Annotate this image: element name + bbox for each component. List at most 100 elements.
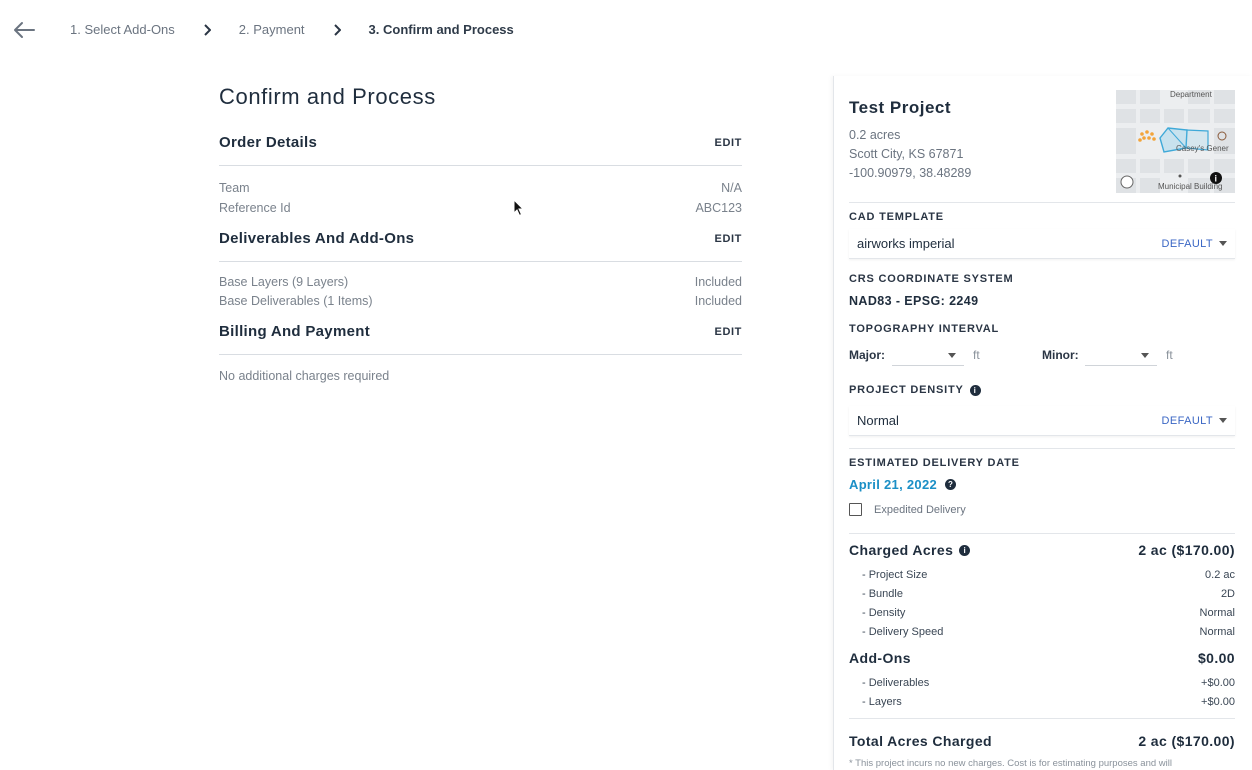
cost-line-value: 2D <box>1220 588 1235 600</box>
divider <box>849 448 1235 449</box>
billing-section: Billing And Payment EDIT No additional c… <box>219 323 742 383</box>
info-icon[interactable]: i <box>959 544 971 556</box>
cost-line-value: +$0.00 <box>1201 696 1235 708</box>
info-icon[interactable]: i <box>969 384 981 396</box>
density-value: Normal <box>857 413 899 428</box>
project-area: 0.2 acres <box>849 128 901 142</box>
cost-line-label: - Layers <box>862 696 902 708</box>
cost-line-value: Normal <box>1199 626 1235 638</box>
total-header: Total Acres Charged 2 ac ($170.00) <box>849 733 1235 749</box>
expedited-delivery-label: Expedited Delivery <box>874 503 966 516</box>
chevron-right-icon <box>197 23 217 37</box>
cost-line-label: - Bundle <box>862 588 903 600</box>
deliverables-section: Deliverables And Add-Ons EDIT Base Layer… <box>219 230 742 311</box>
section-title: Order Details <box>219 134 318 151</box>
major-label: Major: <box>849 348 885 362</box>
main-content: Confirm and Process Order Details EDIT T… <box>219 84 742 383</box>
detail-label: Team <box>219 181 250 195</box>
breadcrumb: 1. Select Add-Ons 2. Payment 3. Confirm … <box>70 22 514 37</box>
svg-text:Municipal Building: Municipal Building <box>1158 182 1222 191</box>
charged-acres-total: 2 ac ($170.00) <box>1138 542 1235 558</box>
delivery-date-label: ESTIMATED DELIVERY DATE <box>849 457 1020 469</box>
addons-title: Add-Ons <box>849 650 911 666</box>
project-meta: 0.2 acres Scott City, KS 67871 -100.9097… <box>849 126 971 183</box>
topography-label: TOPOGRAPHY INTERVAL <box>849 323 1000 335</box>
breadcrumb-step-payment[interactable]: 2. Payment <box>239 22 305 37</box>
project-title: Test Project <box>849 98 952 117</box>
caret-down-icon <box>1141 353 1149 358</box>
addons-total: $0.00 <box>1197 650 1235 666</box>
edit-billing-button[interactable]: EDIT <box>715 326 742 338</box>
delivery-date: April 21, 2022 ? <box>849 477 957 492</box>
detail-row: Base Layers (9 Layers) Included <box>219 273 742 292</box>
expedited-delivery-row[interactable]: Expedited Delivery <box>849 503 966 516</box>
section-header: Billing And Payment EDIT <box>219 323 742 355</box>
top-bar: 1. Select Add-Ons 2. Payment 3. Confirm … <box>0 0 1252 60</box>
major-interval-select[interactable] <box>892 344 964 366</box>
breadcrumb-step-confirm[interactable]: 3. Confirm and Process <box>369 22 514 37</box>
edit-order-details-button[interactable]: EDIT <box>715 137 742 149</box>
detail-value: Included <box>694 294 742 308</box>
cost-line: - Project Size 0.2 ac <box>862 569 1235 581</box>
cad-template-select[interactable]: airworks imperial DEFAULT <box>849 229 1235 259</box>
project-location: Scott City, KS 67871 <box>849 147 964 161</box>
detail-value: N/A <box>721 181 742 195</box>
delivery-date-value: April 21, 2022 <box>849 477 938 492</box>
cost-line: - Deliverables +$0.00 <box>862 677 1235 689</box>
map-graphic: Department Casey's Gener Municipal Build… <box>1116 90 1235 193</box>
section-title: Deliverables And Add-Ons <box>219 230 415 247</box>
billing-note: No additional charges required <box>219 369 390 383</box>
chevron-right-icon <box>327 23 347 37</box>
section-header: Order Details EDIT <box>219 134 742 166</box>
cad-template-value: airworks imperial <box>857 236 955 251</box>
back-arrow-icon[interactable] <box>12 20 36 40</box>
density-label-row: PROJECT DENSITY i <box>849 384 981 396</box>
caret-down-icon <box>948 353 956 358</box>
minor-unit: ft <box>1166 348 1173 362</box>
total-value: 2 ac ($170.00) <box>1138 733 1235 749</box>
cost-line: - Layers +$0.00 <box>862 696 1235 708</box>
detail-value: Included <box>694 275 742 289</box>
default-tag: DEFAULT <box>1161 414 1227 427</box>
minor-label: Minor: <box>1042 348 1079 362</box>
cost-line: - Bundle 2D <box>862 588 1235 600</box>
divider <box>849 533 1235 534</box>
expedited-delivery-checkbox[interactable] <box>849 503 862 516</box>
project-map[interactable]: Department Casey's Gener Municipal Build… <box>1116 90 1235 193</box>
detail-row: Team N/A <box>219 178 742 198</box>
cost-line-label: - Delivery Speed <box>862 626 944 638</box>
default-tag-label: DEFAULT <box>1161 414 1213 427</box>
divider <box>849 718 1235 719</box>
order-details-section: Order Details EDIT Team N/A Reference Id… <box>219 134 742 218</box>
charged-acres-title-wrap: Charged Acres i <box>849 542 971 558</box>
caret-down-icon <box>1219 241 1227 246</box>
edit-deliverables-button[interactable]: EDIT <box>715 233 742 245</box>
section-title: Billing And Payment <box>219 323 370 340</box>
cost-line-label: - Project Size <box>862 569 928 581</box>
default-tag: DEFAULT <box>1162 238 1227 250</box>
addons-header: Add-Ons $0.00 <box>849 650 1235 666</box>
total-title: Total Acres Charged <box>849 733 992 749</box>
detail-label: Reference Id <box>219 201 291 215</box>
svg-text:Department: Department <box>1170 90 1213 99</box>
cost-footnote: * This project incurs no new charges. Co… <box>849 758 1172 769</box>
cost-line-value: 0.2 ac <box>1205 569 1235 581</box>
crs-label: CRS COORDINATE SYSTEM <box>849 273 1014 285</box>
detail-label: Base Layers (9 Layers) <box>219 275 349 289</box>
cost-line: - Density Normal <box>862 607 1235 619</box>
major-unit: ft <box>973 348 980 362</box>
detail-label: Base Deliverables (1 Items) <box>219 294 373 308</box>
cost-line-value: Normal <box>1199 607 1235 619</box>
density-select[interactable]: Normal DEFAULT <box>849 406 1235 436</box>
breadcrumb-step-add-ons[interactable]: 1. Select Add-Ons <box>70 22 175 37</box>
cost-line-label: - Deliverables <box>862 677 930 689</box>
section-body: Team N/A Reference Id ABC123 <box>219 166 742 218</box>
help-icon[interactable]: ? <box>945 479 957 490</box>
project-summary-panel: Test Project 0.2 acres Scott City, KS 67… <box>833 76 1252 770</box>
detail-row: Reference Id ABC123 <box>219 198 742 218</box>
page-title: Confirm and Process <box>219 84 436 109</box>
map-label-right: Casey's Gener <box>1176 144 1229 153</box>
detail-value: ABC123 <box>695 201 742 215</box>
minor-interval-select[interactable] <box>1085 344 1157 366</box>
cost-line-label: - Density <box>862 607 906 619</box>
